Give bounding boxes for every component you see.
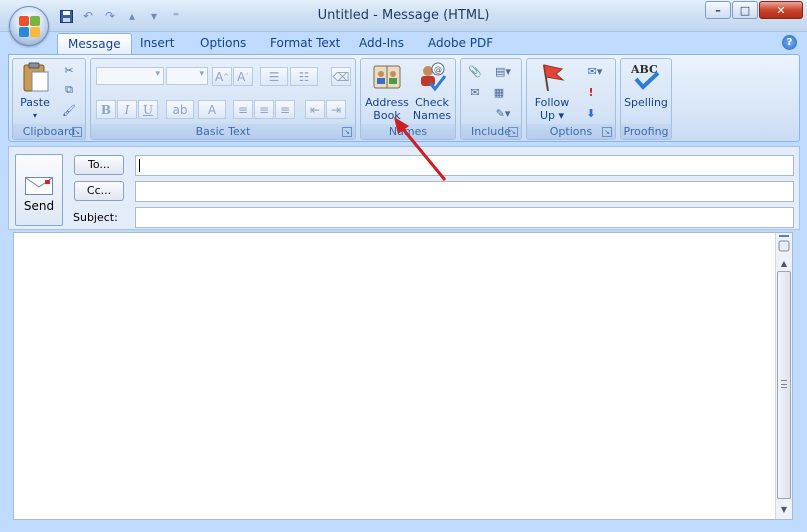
- maximize-button[interactable]: □: [732, 1, 758, 19]
- to-button[interactable]: To...: [74, 155, 124, 175]
- spelling-icon: ABC: [630, 61, 662, 93]
- tab-add-ins[interactable]: Add-Ins: [349, 33, 414, 54]
- check-names-button[interactable]: @ Check Names: [411, 61, 453, 122]
- business-card-icon[interactable]: ▤▾: [489, 62, 517, 80]
- address-book-label-line1: Address: [365, 96, 409, 109]
- follow-up-label-line2: Up ▾: [539, 109, 565, 122]
- send-label: Send: [23, 199, 55, 213]
- highlight-icon[interactable]: ab: [166, 100, 194, 119]
- view-ruler-icon[interactable]: [777, 234, 791, 254]
- include-launcher-icon[interactable]: ↘: [508, 127, 518, 137]
- message-header: Send To... Cc... Subject:: [8, 146, 800, 230]
- shrink-font-icon[interactable]: Aˇ: [233, 67, 253, 86]
- paste-icon: [19, 61, 51, 93]
- window-controls: – □ ✕: [705, 1, 803, 19]
- basic-text-group: A^ Aˇ ☰ ☷ ⌫ B I U ab A ≡ ≡ ≡ ⇤ ⇥ Basic T…: [90, 58, 356, 140]
- ribbon-tabs: Message Insert Options Format Text Add-I…: [0, 32, 807, 54]
- ribbon: Paste ▾ ✂ ⧉ 🖌 Clipboard ↘ A^ Aˇ ☰ ☷ ⌫ B …: [8, 54, 800, 142]
- cc-field[interactable]: [135, 181, 794, 202]
- tab-format-text[interactable]: Format Text: [260, 33, 350, 54]
- font-name-combo[interactable]: [96, 67, 164, 85]
- tab-message[interactable]: Message: [57, 33, 132, 54]
- align-left-icon[interactable]: ≡: [233, 100, 253, 119]
- format-painter-icon[interactable]: 🖌: [59, 101, 79, 119]
- window-title: Untitled - Message (HTML): [317, 8, 490, 23]
- calendar-icon[interactable]: ▦: [489, 83, 509, 101]
- signature-icon[interactable]: ✎▾: [489, 104, 517, 122]
- italic-button[interactable]: I: [117, 100, 137, 119]
- close-button[interactable]: ✕: [759, 1, 803, 19]
- spelling-button[interactable]: ABC Spelling: [623, 61, 669, 109]
- help-icon[interactable]: ?: [782, 35, 797, 50]
- address-book-label-line2: Book: [373, 109, 401, 122]
- names-group: Address Book @ Check Names Names: [360, 58, 456, 140]
- follow-up-button[interactable]: Follow Up ▾: [530, 61, 574, 122]
- tab-options[interactable]: Options: [190, 33, 256, 54]
- send-envelope-icon: [25, 177, 53, 195]
- follow-up-flag-icon: [536, 61, 568, 93]
- align-center-icon[interactable]: ≡: [254, 100, 274, 119]
- bold-button[interactable]: B: [96, 100, 116, 119]
- tab-insert[interactable]: Insert: [130, 33, 184, 54]
- align-right-icon[interactable]: ≡: [275, 100, 295, 119]
- tab-adobe-pdf[interactable]: Adobe PDF: [418, 33, 503, 54]
- increase-indent-icon[interactable]: ⇥: [326, 100, 346, 119]
- svg-text:@: @: [434, 65, 442, 74]
- address-book-button[interactable]: Address Book: [365, 61, 409, 122]
- clear-formatting-icon[interactable]: ⌫: [331, 67, 351, 86]
- low-importance-icon[interactable]: ⬇: [581, 104, 601, 122]
- options-launcher-icon[interactable]: ↘: [602, 127, 612, 137]
- attach-file-icon[interactable]: 📎: [465, 62, 485, 80]
- basic-text-launcher-icon[interactable]: ↘: [342, 127, 352, 137]
- include-group: 📎 ▤▾ ✉ ▦ ✎▾ Include ↘: [460, 58, 522, 140]
- office-button[interactable]: [9, 6, 49, 46]
- clipboard-launcher-icon[interactable]: ↘: [72, 127, 82, 137]
- font-color-icon[interactable]: A: [198, 100, 226, 119]
- message-body-editor[interactable]: ▲ ▼: [13, 232, 793, 520]
- options-group: Follow Up ▾ ✉▾ ! ⬇ Options ↘: [526, 58, 616, 140]
- proofing-group-label: Proofing: [621, 124, 671, 139]
- cut-icon[interactable]: ✂: [59, 61, 79, 79]
- subject-field[interactable]: [135, 207, 794, 228]
- scroll-thumb[interactable]: [777, 271, 791, 499]
- send-button[interactable]: Send: [15, 154, 63, 226]
- subject-label: Subject:: [73, 211, 118, 224]
- check-names-label-line2: Names: [412, 109, 452, 122]
- paste-button[interactable]: Paste ▾: [17, 61, 53, 122]
- clipboard-group: Paste ▾ ✂ ⧉ 🖌 Clipboard ↘: [12, 58, 86, 140]
- font-size-combo[interactable]: [166, 67, 208, 85]
- minimize-button[interactable]: –: [705, 1, 731, 19]
- title-bar: ↶ ↷ ▴ ▾ ⁼ Untitled - Message (HTML) – □ …: [0, 0, 807, 32]
- cc-button[interactable]: Cc...: [74, 181, 124, 201]
- check-names-label-line1: Check: [415, 96, 449, 109]
- decrease-indent-icon[interactable]: ⇤: [305, 100, 325, 119]
- basic-text-group-label: Basic Text: [91, 124, 355, 139]
- permission-icon[interactable]: ✉▾: [581, 62, 609, 80]
- paste-label: Paste: [20, 96, 50, 109]
- text-caret: [139, 159, 140, 172]
- names-group-label: Names: [361, 124, 455, 139]
- numbering-icon[interactable]: ☷: [290, 67, 318, 86]
- spelling-label: Spelling: [624, 96, 668, 109]
- to-field[interactable]: [135, 155, 794, 176]
- attach-item-icon[interactable]: ✉: [465, 83, 485, 101]
- check-names-icon: @: [416, 61, 448, 93]
- scroll-grip-icon: [781, 380, 787, 388]
- scroll-up-icon[interactable]: ▲: [777, 257, 791, 270]
- underline-button[interactable]: U: [138, 100, 158, 119]
- proofing-group: ABC Spelling Proofing: [620, 58, 672, 140]
- address-book-icon: [371, 61, 403, 93]
- spelling-icon-text: ABC: [630, 63, 658, 76]
- high-importance-icon[interactable]: !: [581, 83, 601, 101]
- office-logo-icon: [19, 16, 41, 38]
- vertical-scrollbar[interactable]: ▲ ▼: [775, 233, 792, 519]
- scroll-down-icon[interactable]: ▼: [777, 503, 791, 516]
- follow-up-label-line1: Follow: [534, 96, 570, 109]
- grow-font-icon[interactable]: A ^: [212, 67, 232, 86]
- bullets-icon[interactable]: ☰: [260, 67, 288, 86]
- copy-icon[interactable]: ⧉: [59, 81, 79, 99]
